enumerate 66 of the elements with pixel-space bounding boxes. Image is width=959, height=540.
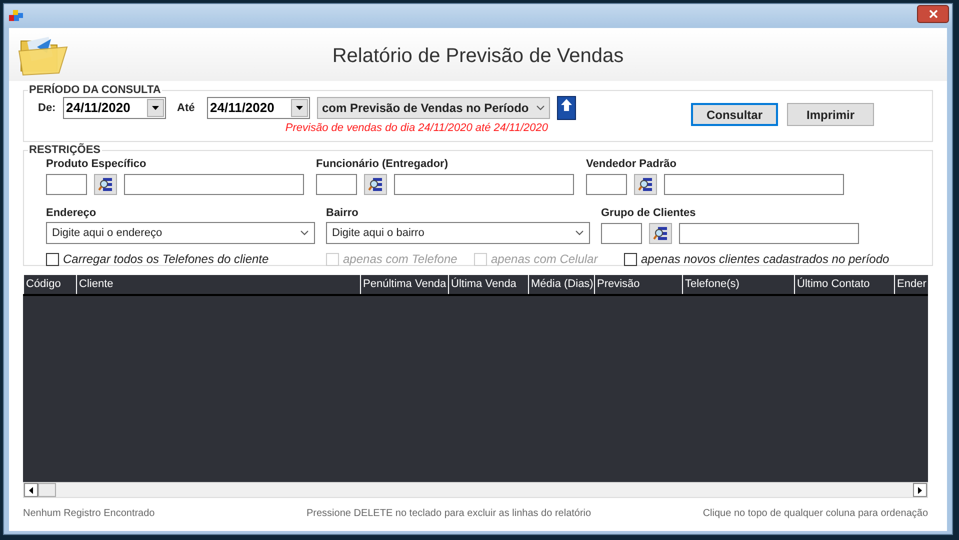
field-label: Bairro bbox=[326, 206, 360, 220]
combo-field[interactable]: Digite aqui o endereço bbox=[46, 222, 315, 244]
sort-order-button[interactable] bbox=[557, 96, 576, 120]
column-header[interactable]: Último Contato bbox=[794, 275, 894, 294]
chevron-down-icon bbox=[575, 230, 584, 236]
field-label: Grupo de Clientes bbox=[601, 206, 697, 220]
arrow-up-icon bbox=[561, 99, 572, 113]
name-field[interactable] bbox=[124, 174, 304, 195]
search-list-icon bbox=[653, 226, 668, 241]
status-text: Clique no topo de qualquer coluna para ordenação bbox=[702, 507, 928, 521]
name-field[interactable] bbox=[394, 174, 574, 195]
checkbox[interactable] bbox=[624, 252, 637, 266]
column-header[interactable]: Média (Dias) bbox=[528, 275, 594, 294]
field-label: Funcionário (Entregador) bbox=[316, 157, 449, 171]
search-list-icon bbox=[368, 177, 383, 192]
field-label: Produto Específico bbox=[46, 157, 148, 171]
code-field[interactable] bbox=[316, 174, 357, 195]
horizontal-scrollbar[interactable] bbox=[23, 482, 928, 498]
close-icon bbox=[928, 10, 938, 18]
name-field[interactable] bbox=[664, 174, 844, 195]
code-field[interactable] bbox=[46, 174, 87, 195]
chevron-down-icon bbox=[300, 230, 309, 236]
lookup-button[interactable] bbox=[649, 223, 672, 244]
search-list-icon bbox=[638, 177, 653, 192]
report-title: Relatório de Previsão de Vendas bbox=[331, 44, 625, 68]
to-label: Até bbox=[177, 100, 196, 116]
group-legend: RESTRIÇÕES bbox=[28, 144, 102, 156]
group-legend: PERÍODO DA CONSULTA bbox=[28, 84, 162, 96]
filter-select[interactable]: com Previsão de Vendas no Período bbox=[317, 97, 550, 119]
from-label: De: bbox=[38, 100, 57, 116]
name-field[interactable] bbox=[679, 223, 859, 244]
status-text: Nenhum Registro Encontrado bbox=[23, 507, 155, 521]
combo-field[interactable]: Digite aqui o bairro bbox=[326, 222, 590, 244]
scroll-left-icon[interactable] bbox=[24, 483, 38, 497]
action-button[interactable]: Consultar bbox=[691, 103, 778, 126]
checkbox-label: apenas com Celular bbox=[491, 251, 598, 268]
checkbox-label: apenas com Telefone bbox=[343, 251, 458, 268]
column-header[interactable]: Ender bbox=[894, 275, 928, 294]
checkbox[interactable] bbox=[46, 252, 59, 266]
date-field[interactable]: 24/11/2020 bbox=[207, 97, 310, 119]
checkbox-label: Carregar todos os Telefones do cliente bbox=[63, 251, 269, 268]
field-label: Endereço bbox=[46, 206, 98, 220]
checkbox-label: apenas novos clientes cadastrados no período bbox=[641, 251, 890, 268]
scroll-thumb[interactable] bbox=[38, 483, 56, 497]
column-header[interactable]: Código bbox=[23, 275, 76, 294]
column-header[interactable]: Cliente bbox=[76, 275, 360, 294]
column-header[interactable]: Previsão bbox=[594, 275, 682, 294]
search-list-icon bbox=[98, 177, 113, 192]
code-field[interactable] bbox=[601, 223, 642, 244]
lookup-button[interactable] bbox=[364, 174, 387, 195]
status-text: Pressione DELETE no teclado para excluir as linhas do relatório bbox=[306, 507, 592, 521]
action-button[interactable]: Imprimir bbox=[787, 103, 874, 126]
period-note: Previsão de vendas do dia 24/11/2020 até 24/11/2020 bbox=[285, 122, 548, 135]
field-label: Vendedor Padrão bbox=[586, 157, 678, 171]
folder-icon bbox=[17, 34, 69, 76]
lookup-button[interactable] bbox=[94, 174, 117, 195]
scroll-right-icon[interactable] bbox=[913, 483, 927, 497]
column-header[interactable]: Última Venda bbox=[448, 275, 528, 294]
code-field[interactable] bbox=[586, 174, 627, 195]
lookup-button[interactable] bbox=[634, 174, 657, 195]
chevron-down-icon bbox=[536, 105, 545, 111]
column-header[interactable]: Telefone(s) bbox=[682, 275, 794, 294]
date-field[interactable]: 24/11/2020 bbox=[63, 97, 166, 119]
column-header[interactable]: Penúltima Venda bbox=[360, 275, 448, 294]
app-icon bbox=[9, 10, 23, 22]
close-button[interactable] bbox=[917, 5, 949, 23]
